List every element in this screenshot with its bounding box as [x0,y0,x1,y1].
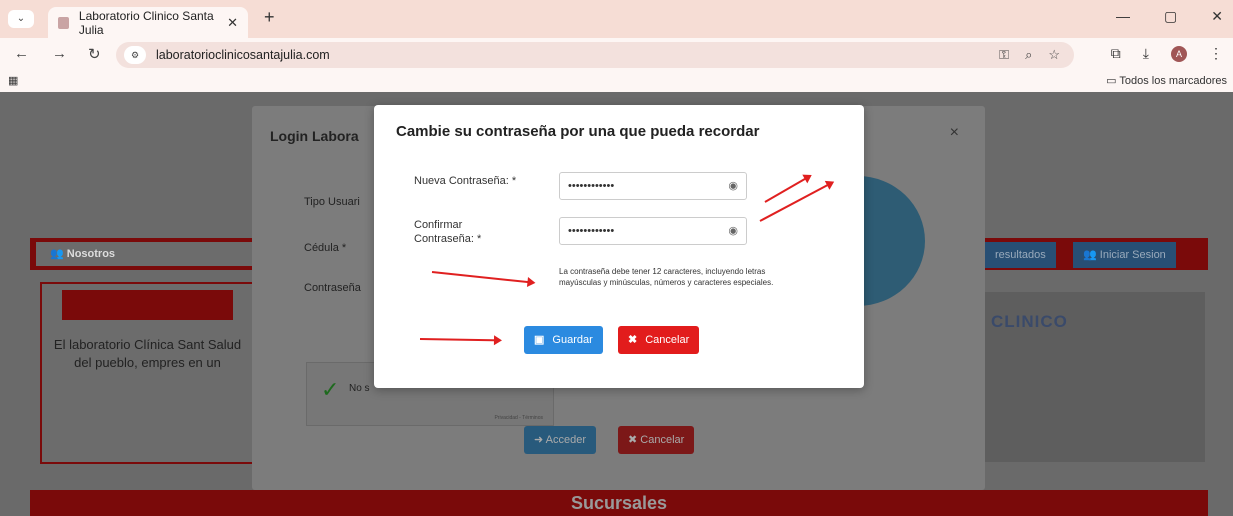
bookmarks-bar: ▦ ▭ Todos los marcadores [0,71,1233,92]
all-bookmarks-link[interactable]: ▭ Todos los marcadores [1106,74,1227,87]
all-bookmarks-label: Todos los marcadores [1119,75,1227,87]
cancel-icon: ✖ [628,334,638,346]
cedula-label: Cédula * [304,242,347,254]
change-password-title: Cambie su contraseña por una que pueda r… [396,123,760,140]
confirm-password-value: •••••••••••• [568,225,615,237]
contrasena-label: Contraseña [304,282,361,294]
change-password-modal: Cambie su contraseña por una que pueda r… [374,105,864,388]
back-icon[interactable]: ← [14,45,29,62]
toolbar-right: ⧉ ⤓ A ⋮ [1111,45,1223,62]
forward-icon[interactable]: → [52,45,67,62]
menu-kebab-icon[interactable]: ⋮ [1209,45,1223,62]
browser-chrome: ⌄ Laboratorio Clinico Santa Julia ✕ + — … [0,0,1233,92]
confirm-password-label-2: Contraseña: * [414,233,482,245]
login-modal-title: Login Labora [270,128,359,144]
profile-avatar[interactable]: A [1171,45,1187,62]
password-hint-line2: mayúsculas y minúsculas, números y carac… [559,278,774,287]
close-window-icon[interactable]: ✕ [1211,8,1223,25]
new-tab-button[interactable]: + [264,7,275,28]
restore-icon[interactable]: ▢ [1164,8,1177,25]
iniciar-sesion-label: Iniciar Sesion [1099,249,1166,261]
logo-text: CLINICO [991,312,1068,331]
url-field[interactable]: ⚙ laboratorioclinicosantajulia.com ⚿ ⌕ ☆ [116,42,1074,68]
show-confirm-password-icon[interactable]: ◉ [728,218,738,244]
guardar-label: Guardar [552,334,593,346]
nosotros-label: Nosotros [66,248,116,260]
clinic-logo-image: CLINICO [985,292,1205,462]
check-icon: ✓ [321,377,340,402]
acceder-label: Acceder [545,434,587,446]
window-controls: — ▢ ✕ [1116,8,1223,25]
about-text: El laboratorio Clínica Sant Salud del pu… [53,337,242,370]
password-key-icon[interactable]: ⚿ [999,47,1009,63]
resultados-button[interactable]: resultados [985,242,1056,268]
captcha-privacy[interactable]: Privacidad - Términos [494,415,543,421]
download-icon[interactable]: ⤓ [1143,45,1149,62]
url-text: laboratorioclinicosantajulia.com [156,48,330,62]
about-card-header [62,290,233,320]
close-modal-icon[interactable]: × [950,124,959,142]
new-password-label: Nueva Contraseña: * [414,175,517,187]
url-actions: ⚿ ⌕ ☆ [999,42,1060,68]
tab-strip: ⌄ Laboratorio Clinico Santa Julia ✕ + — … [0,0,1233,38]
extensions-icon[interactable]: ⧉ [1111,45,1121,62]
reload-icon[interactable]: ↻ [88,45,101,63]
tab-title: Laboratorio Clinico Santa Julia [78,8,214,37]
nosotros-tab[interactable]: 👥 Nosotros [36,242,256,266]
tipo-usuario-label: Tipo Usuari [304,196,360,208]
browser-tab[interactable]: Laboratorio Clinico Santa Julia ✕ [48,7,248,38]
confirm-password-label-1: Confirmar [414,219,463,231]
save-icon: ▣ [534,334,545,346]
guardar-button[interactable]: ▣ Guardar [524,326,603,354]
site-info-icon[interactable]: ⚙ [124,46,146,64]
address-bar-row: ← → ↻ ⚙ laboratorioclinicosantajulia.com… [0,38,1233,71]
new-password-value: •••••••••••• [568,180,615,192]
password-hint: La contraseña debe tener 12 caracteres, … [559,266,829,288]
new-password-input[interactable]: •••••••••••• ◉ [559,172,747,200]
bookmark-star-icon[interactable]: ☆ [1048,47,1060,63]
password-hint-line1: La contraseña debe tener 12 caracteres, … [559,267,766,276]
tab-search-button[interactable]: ⌄ [8,10,34,28]
apps-grid-icon[interactable]: ▦ [8,74,18,87]
cancelar-label: Cancelar [645,334,690,346]
acceder-button[interactable]: ➜ Acceder [524,426,597,454]
show-password-icon[interactable]: ◉ [728,173,738,199]
about-card: El laboratorio Clínica Sant Salud del pu… [40,282,255,464]
close-tab-icon[interactable]: ✕ [227,15,238,31]
sucursales-heading: Sucursales [30,490,1208,516]
captcha-text: No s [349,383,370,394]
confirm-password-input[interactable]: •••••••••••• ◉ [559,217,747,245]
zoom-icon[interactable]: ⌕ [1025,47,1032,63]
favicon-icon [58,16,69,29]
cancelar-button[interactable]: ✖ Cancelar [618,326,700,354]
login-cancelar-label: Cancelar [640,434,685,446]
login-cancelar-button[interactable]: ✖ Cancelar [618,426,695,454]
minimize-icon[interactable]: — [1116,8,1130,25]
iniciar-sesion-button[interactable]: 👥 Iniciar Sesion [1073,242,1176,268]
